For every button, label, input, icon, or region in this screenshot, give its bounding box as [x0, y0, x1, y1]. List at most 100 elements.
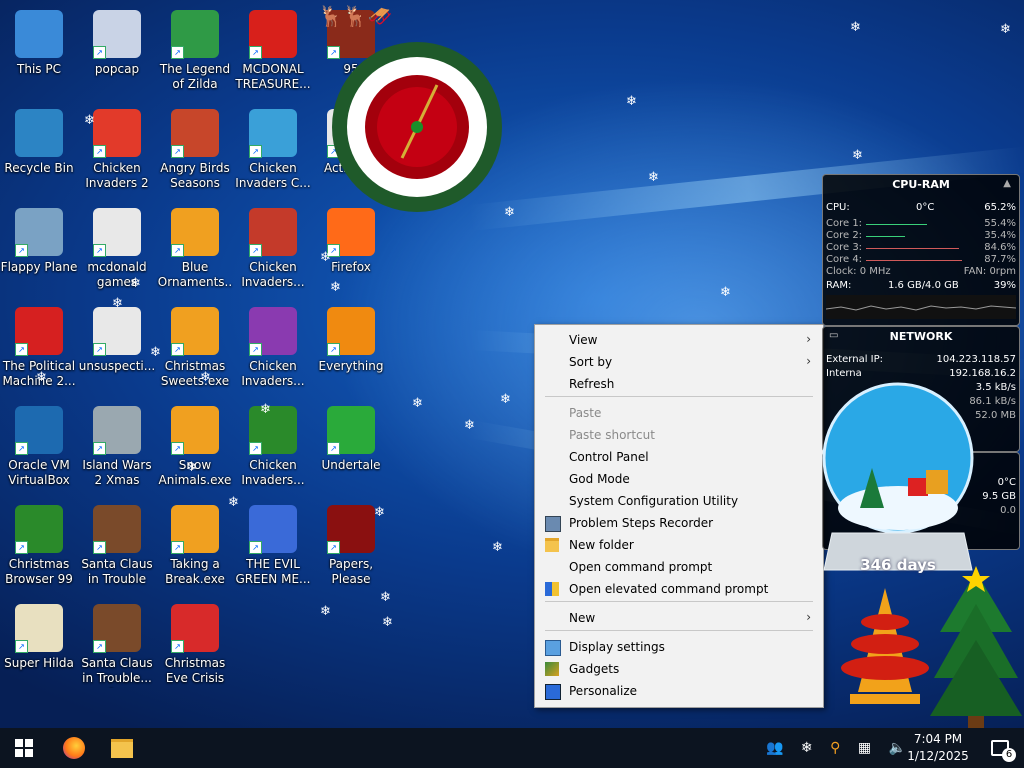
desktop-icon[interactable]: ↗ Blue Ornaments.... [156, 202, 234, 298]
cpu-percent: 65.2% [984, 202, 1016, 213]
reindeer-sleigh: 🦌🦌🛷 [318, 4, 393, 28]
snowflake-icon: ❄ [260, 402, 271, 417]
display-icon [545, 640, 561, 656]
menu-item[interactable]: Display settings [535, 636, 823, 658]
snowflake-icon: ❄ [228, 495, 239, 510]
taskbar-firefox[interactable] [52, 728, 96, 768]
menu-item-label: Gadgets [569, 662, 620, 676]
menu-item[interactable]: Sort by › [535, 351, 823, 373]
start-button[interactable] [0, 728, 48, 768]
snowflake-icon: ❄ [852, 148, 863, 163]
desktop-icon[interactable]: This PC [0, 4, 78, 100]
menu-item[interactable]: Open command prompt [535, 556, 823, 578]
notification-button[interactable]: 6 [978, 728, 1022, 768]
core-row: Core 2: 35.4% [826, 230, 1016, 242]
desktop-icon[interactable]: ↗ Christmas Sweets.exe [156, 301, 234, 397]
core-bar [866, 248, 959, 249]
desktop-icon[interactable]: ↗ unsuspecti... [78, 301, 156, 397]
desktop-icon[interactable]: ↗ Flappy Plane [0, 202, 78, 298]
snowflake-icon: ❄ [464, 418, 475, 433]
desktop-icon-label: Island Wars 2 Xmas [82, 458, 152, 487]
menu-item[interactable]: Gadgets [535, 658, 823, 680]
desktop-icon[interactable]: Recycle Bin [0, 103, 78, 199]
shortcut-arrow-icon: ↗ [93, 244, 106, 257]
menu-item[interactable]: Open elevated command prompt [535, 578, 823, 600]
desktop-icon[interactable]: ↗ Santa Claus in Trouble [78, 499, 156, 595]
christmas-tree-gadget[interactable] [930, 566, 1022, 732]
snowflake-icon[interactable]: ❄ [801, 740, 813, 756]
menu-item[interactable]: Personalize [535, 680, 823, 702]
desktop-icon[interactable]: ↗ The Legend of Zilda [156, 4, 234, 100]
desktop-icon[interactable]: ↗ Island Wars 2 Xmas [78, 400, 156, 496]
desktop-icon[interactable]: ↗ Angry Birds Seasons [156, 103, 234, 199]
desktop-icon-label: Taking a Break.exe [165, 557, 225, 586]
desktop-context-menu[interactable]: View › Sort by › Refresh Paste Paste shortcut C… [534, 324, 824, 708]
menu-item[interactable]: View › [535, 329, 823, 351]
menu-item[interactable]: Control Panel [535, 446, 823, 468]
snowflake-icon: ❄ [330, 280, 341, 295]
core-percent: 87.7% [984, 254, 1016, 265]
cpu-ram-gadget[interactable]: CPU-RAM ▲ CPU: 0°C 65.2% Core 1: 55.4% Cor… [822, 174, 1020, 326]
desktop-icon-label: THE EVIL GREEN ME... [235, 557, 311, 586]
desktop-icon[interactable]: ↗ Taking a Break.exe [156, 499, 234, 595]
menu-item[interactable]: God Mode [535, 468, 823, 490]
taskbar[interactable]: 👥 ❄ ⚲ ▦ 🔈 7:04 PM 1/12/2025 6 [0, 728, 1024, 768]
shortcut-arrow-icon: ↗ [249, 244, 262, 257]
shortcut-arrow-icon: ↗ [171, 541, 184, 554]
desktop-icon[interactable]: ↗ Santa Claus in Trouble... A... [78, 598, 156, 694]
shortcut-arrow-icon: ↗ [249, 145, 262, 158]
tray-icons[interactable]: 👥 ❄ ⚲ ▦ 🔈 [766, 728, 906, 768]
desktop-icon[interactable]: ↗ Oracle VM VirtualBox [0, 400, 78, 496]
desktop-icon[interactable]: ↗ Chicken Invaders C... [234, 103, 312, 199]
desktop-icon[interactable]: ↗ Undertale [312, 400, 390, 496]
snowflake-icon: ❄ [626, 94, 637, 109]
desktop-icon-label: Oracle VM VirtualBox [8, 458, 70, 487]
search-icon[interactable]: ⚲ [830, 740, 840, 756]
desktop-icon-label: Christmas Eve Crisis [164, 656, 226, 685]
clock[interactable]: 7:04 PM 1/12/2025 [904, 731, 972, 765]
core-bar [866, 260, 962, 261]
desktop-icon[interactable]: ↗ Christmas Eve Crisis [156, 598, 234, 694]
core-label: Core 4: [826, 254, 863, 265]
core-label: Core 1: [826, 218, 863, 229]
desktop-icon-label: Santa Claus in Trouble... A... [81, 656, 153, 688]
desktop-icon[interactable]: ↗ popcap [78, 4, 156, 100]
menu-item: Paste shortcut [535, 424, 823, 446]
desktop-icon[interactable]: ↗ Super Hilda [0, 598, 78, 694]
shortcut-arrow-icon: ↗ [171, 46, 184, 59]
menu-separator [545, 601, 813, 602]
shortcut-arrow-icon: ↗ [15, 640, 28, 653]
desktop-icon[interactable]: ↗ Snow Animals.exe [156, 400, 234, 496]
desktop-icon[interactable]: ↗ Christmas Browser 99 [0, 499, 78, 595]
collapse-icon[interactable]: ▲ [1003, 178, 1011, 189]
taskbar-file-explorer[interactable] [100, 728, 144, 768]
desktop-icon[interactable]: ↗ Chicken Invaders... [234, 301, 312, 397]
core-row: Core 1: 55.4% [826, 218, 1016, 230]
people-icon[interactable]: 👥 [766, 740, 783, 756]
app-icon [15, 10, 63, 58]
desktop-icon[interactable]: ↗ THE EVIL GREEN ME... [234, 499, 312, 595]
christmas-clock-gadget[interactable] [312, 40, 522, 215]
network-icon[interactable]: ▦ [858, 740, 871, 756]
menu-separator [545, 630, 813, 631]
snowflake-icon: ❄ [412, 396, 423, 411]
menu-item-label: Control Panel [569, 450, 649, 464]
snowflake-icon: ❄ [36, 370, 47, 385]
menu-item[interactable]: Problem Steps Recorder [535, 512, 823, 534]
desktop-icon[interactable]: ↗ MCDONAL TREASURE... [234, 4, 312, 100]
spiral-candle-gadget[interactable] [830, 582, 940, 712]
desktop-icon[interactable]: ↗ Chicken Invaders... [234, 400, 312, 496]
menu-item-label: Display settings [569, 640, 665, 654]
snow-globe-gadget[interactable]: 346 days [822, 358, 974, 588]
menu-item[interactable]: Refresh [535, 373, 823, 395]
desktop-icon[interactable]: ↗ mcdonald games [78, 202, 156, 298]
desktop-icon[interactable]: ↗ Chicken Invaders... [234, 202, 312, 298]
snowflake-icon: ❄ [850, 20, 861, 35]
snow-globe-picture [822, 382, 974, 571]
desktop-icon[interactable]: ↗ Everything [312, 301, 390, 397]
menu-item[interactable]: New folder [535, 534, 823, 556]
menu-item-label: Problem Steps Recorder [569, 516, 714, 530]
menu-item[interactable]: New › [535, 607, 823, 629]
menu-item[interactable]: System Configuration Utility [535, 490, 823, 512]
core-percent: 35.4% [984, 230, 1016, 241]
